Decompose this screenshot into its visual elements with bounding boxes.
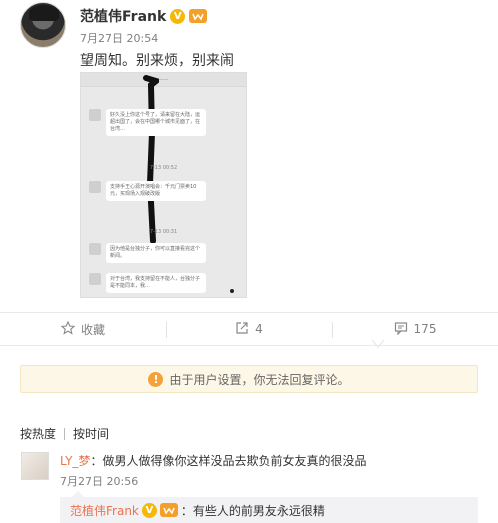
collect-button[interactable]: 收藏 xyxy=(0,313,166,345)
reply-box: 范植伟Frank V ：有些人的前男友永远很精 xyxy=(60,497,478,523)
forward-count: 4 xyxy=(255,322,263,336)
chat-message: 因为他是台独分子，你可以直接看完这个新闻。 xyxy=(89,243,206,263)
reply-text: ：有些人的前男友永远很精 xyxy=(180,503,325,518)
comment-button[interactable]: 175 xyxy=(332,313,498,345)
post-time[interactable]: 7月27日 20:54 xyxy=(80,30,158,46)
comment-sort-tabs: 按热度 按时间 xyxy=(20,425,109,442)
verified-icon: V xyxy=(170,8,186,24)
reply-author-name[interactable]: 范植伟Frank xyxy=(70,502,139,519)
comment-text: ：做男人做得像你这样没品去欺负前女友真的很没品 xyxy=(90,454,367,468)
post-text: 望周知。别来烦，别来闹 xyxy=(80,53,234,69)
chat-avatar xyxy=(89,273,101,285)
chat-bubble: 对于台湾，我支持留在不能人，台独分子是不能同本，我… xyxy=(106,273,206,293)
comment-icon xyxy=(394,321,408,338)
active-tab-caret xyxy=(372,340,384,348)
verified-icon: V xyxy=(141,502,157,518)
sort-divider xyxy=(64,427,66,440)
chat-bubble: 好久没上你这个号了，请来留在大陆，运超出国了，会在中国哪个城市见面了，在台湾… xyxy=(106,109,206,136)
scribble-mark xyxy=(143,73,163,244)
chat-bubble: 支持手王心源开演唱会：千元门票卖10元，买现场入观破改版 xyxy=(106,181,206,201)
forward-button[interactable]: 4 xyxy=(166,313,332,345)
warning-icon: ! xyxy=(148,371,164,387)
chat-dot xyxy=(230,289,234,293)
notice-text: 由于用户设置，你无法回复评论。 xyxy=(169,372,350,387)
comment-text-line: LY_梦：做男人做得像你这样没品去欺负前女友真的很没品 xyxy=(60,452,366,469)
sort-by-time-tab[interactable]: 按时间 xyxy=(73,425,109,442)
chat-message: 好久没上你这个号了，请来留在大陆，运超出国了，会在中国哪个城市见面了，在台湾… xyxy=(89,109,206,136)
chat-avatar xyxy=(89,243,101,255)
vip-badge-icon xyxy=(189,9,208,23)
chat-avatar xyxy=(89,109,101,121)
vip-badge-icon xyxy=(159,503,178,517)
post-image[interactable]: —— 好久没上你这个号了，请来留在大陆，运超出国了，会在中国哪个城市见面了，在台… xyxy=(80,72,247,298)
chat-message: 支持手王心源开演唱会：千元门票卖10元，买现场入观破改版 xyxy=(89,181,206,201)
chat-topbar: —— xyxy=(81,73,246,87)
comment-count: 175 xyxy=(413,322,437,336)
chat-message: 对于台湾，我支持留在不能人，台独分子是不能同本，我… xyxy=(89,273,206,293)
chat-time: 7-13 00:31 xyxy=(149,229,178,235)
collect-label: 收藏 xyxy=(80,322,105,337)
action-bar: 收藏 4 175 xyxy=(0,312,498,346)
forward-icon xyxy=(235,321,249,338)
chat-bubble: 因为他是台独分子，你可以直接看完这个新闻。 xyxy=(106,243,206,263)
commenter-avatar[interactable] xyxy=(21,452,49,480)
author-name[interactable]: 范植伟Frank xyxy=(80,6,166,26)
author-avatar[interactable] xyxy=(20,2,66,48)
comment-time: 7月27日 20:56 xyxy=(60,475,139,488)
sort-by-hot-tab[interactable]: 按热度 xyxy=(20,425,56,442)
chat-time: 7-13 00:52 xyxy=(149,165,178,171)
post-author: 范植伟Frank V xyxy=(80,6,208,26)
star-icon xyxy=(60,320,76,338)
commenter-name[interactable]: LY_梦 xyxy=(60,454,90,468)
chat-avatar xyxy=(89,181,101,193)
comment-restriction-notice: ! 由于用户设置，你无法回复评论。 xyxy=(20,365,478,393)
